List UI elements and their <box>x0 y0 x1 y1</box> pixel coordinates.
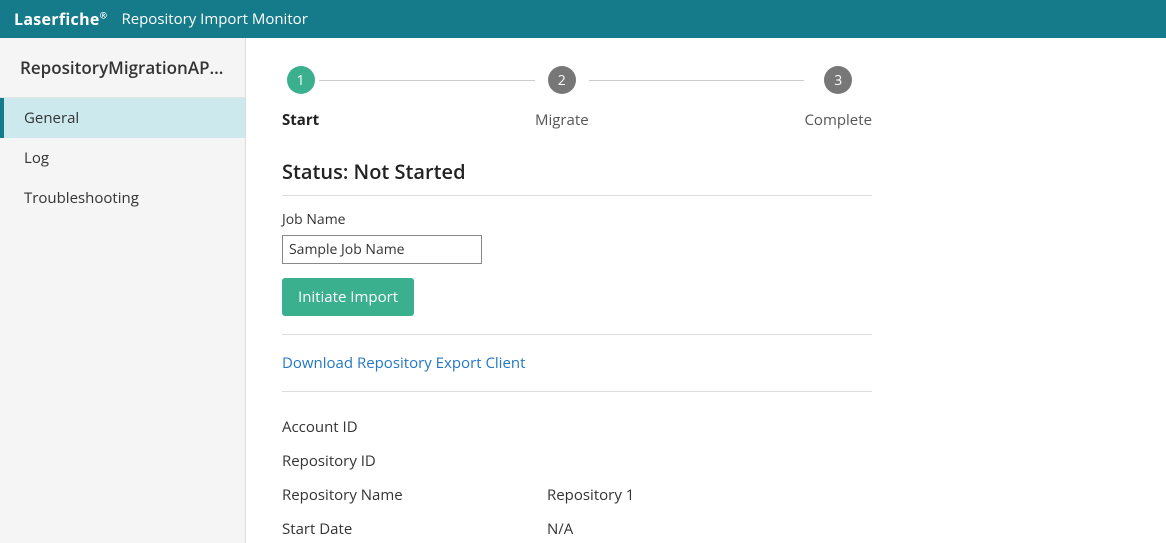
sidebar-item-log[interactable]: Log <box>0 138 245 178</box>
info-row-account-id: Account ID <box>282 410 872 444</box>
divider <box>282 391 872 392</box>
download-export-client-link[interactable]: Download Repository Export Client <box>282 353 525 373</box>
top-bar: Laserfiche® Repository Import Monitor <box>0 0 1166 38</box>
info-table: Account ID Repository ID Repository Name… <box>282 410 872 543</box>
status-section: Status: Not Started Job Name Initiate Im… <box>282 158 872 543</box>
sidebar-item-troubleshooting[interactable]: Troubleshooting <box>0 178 245 218</box>
divider <box>282 334 872 335</box>
sidebar-nav: General Log Troubleshooting <box>0 98 245 218</box>
info-key: Account ID <box>282 417 547 437</box>
step-connector <box>589 80 805 81</box>
sidebar-item-label: General <box>24 108 79 128</box>
initiate-import-button[interactable]: Initiate Import <box>282 278 414 316</box>
sidebar-title: RepositoryMigrationAPI... <box>0 38 245 98</box>
info-row-repository-id: Repository ID <box>282 444 872 478</box>
step-complete: 3 Complete <box>804 66 872 130</box>
info-value: Repository 1 <box>547 485 634 505</box>
info-value: N/A <box>547 519 573 539</box>
info-key: Repository Name <box>282 485 547 505</box>
step-circle: 1 <box>287 66 315 94</box>
step-circle: 2 <box>548 66 576 94</box>
step-connector <box>319 80 535 81</box>
status-heading: Status: Not Started <box>282 158 872 196</box>
sidebar-item-general[interactable]: General <box>0 98 245 138</box>
info-key: Start Date <box>282 519 547 539</box>
step-label: Migrate <box>535 110 589 130</box>
job-name-label: Job Name <box>282 210 872 229</box>
info-row-repository-name: Repository Name Repository 1 <box>282 478 872 512</box>
info-key: Repository ID <box>282 451 547 471</box>
step-migrate: 2 Migrate <box>535 66 589 130</box>
step-label: Start <box>282 110 319 130</box>
step-circle: 3 <box>824 66 852 94</box>
stepper: 1 Start 2 Migrate 3 Complete <box>282 66 872 130</box>
step-start: 1 Start <box>282 66 319 130</box>
sidebar-item-label: Troubleshooting <box>24 188 139 208</box>
step-label: Complete <box>804 110 872 130</box>
sidebar: RepositoryMigrationAPI... General Log Tr… <box>0 38 246 543</box>
sidebar-item-label: Log <box>24 148 49 168</box>
app-title: Repository Import Monitor <box>121 9 307 29</box>
brand-logo: Laserfiche® <box>14 8 107 30</box>
info-row-start-date: Start Date N/A <box>282 512 872 543</box>
job-name-input[interactable] <box>282 235 482 264</box>
main-content: 1 Start 2 Migrate 3 Complete Status: Not… <box>246 38 1166 543</box>
